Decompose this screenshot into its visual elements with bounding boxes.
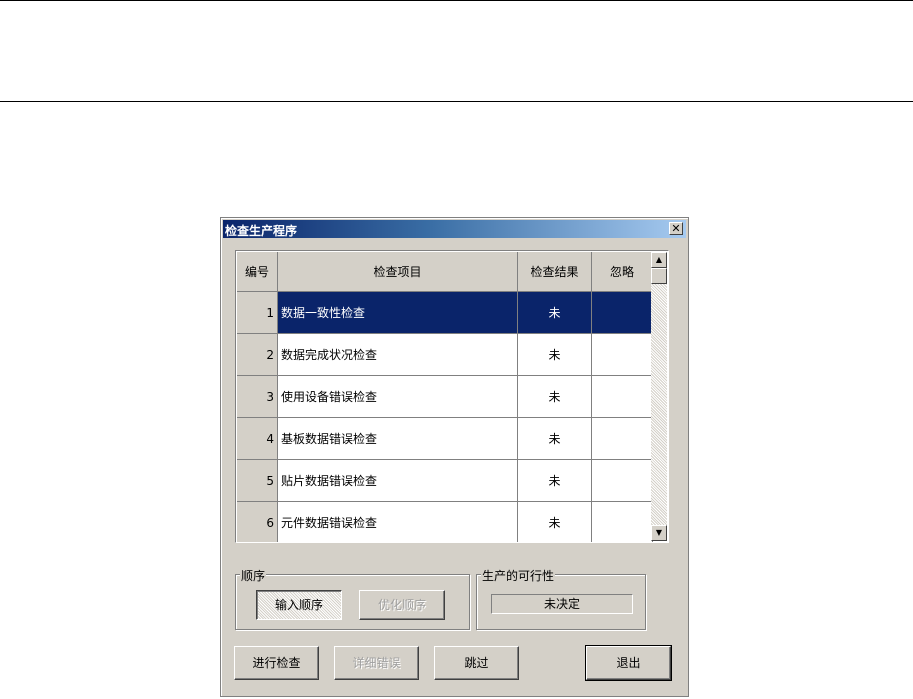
- dialog-title: 检查生产程序: [225, 224, 298, 238]
- check-item-name: 贴片数据错误检查: [278, 460, 518, 502]
- row-number: 5: [237, 460, 278, 502]
- exit-button[interactable]: 退出: [585, 645, 672, 681]
- row-number: 3: [237, 376, 278, 418]
- check-result: 未: [518, 334, 592, 376]
- table-row[interactable]: 2 数据完成状况检查未: [237, 334, 653, 376]
- error-detail-button[interactable]: 详细错误: [334, 646, 419, 680]
- check-result: 未: [518, 292, 592, 334]
- feasibility-status: 未决定: [491, 594, 633, 614]
- check-item-name: 数据一致性检查: [278, 292, 518, 334]
- close-icon: ✕: [671, 222, 681, 235]
- order-group-label: 顺序: [240, 567, 267, 584]
- divider-line: [0, 101, 913, 102]
- arrow-down-icon: ▼: [655, 528, 663, 537]
- header-check-item[interactable]: 检查项目: [278, 252, 518, 292]
- ignore-cell[interactable]: [592, 334, 653, 376]
- order-group: 顺序 输入顺序 优化顺序: [235, 567, 470, 630]
- header-ignore[interactable]: 忽略: [592, 252, 653, 292]
- check-item-name: 元件数据错误检查: [278, 502, 518, 542]
- grid-header-row: 编号 检查项目 检查结果 忽略: [237, 252, 653, 292]
- ignore-cell[interactable]: [592, 460, 653, 502]
- feasibility-group-label: 生产的可行性: [481, 567, 556, 584]
- check-item-name: 数据完成状况检查: [278, 334, 518, 376]
- check-result: 未: [518, 418, 592, 460]
- grid-body: 编号 检查项目 检查结果 忽略 1 数据一致性检查未 2 数据完成状况检查未 3 使用设备…: [237, 252, 653, 542]
- check-item-name: 基板数据错误检查: [278, 418, 518, 460]
- run-check-button[interactable]: 进行检查: [234, 646, 319, 680]
- check-result: 未: [518, 460, 592, 502]
- skip-button[interactable]: 跳过: [434, 646, 519, 680]
- header-number[interactable]: 编号: [237, 252, 278, 292]
- check-result: 未: [518, 502, 592, 542]
- scroll-thumb[interactable]: [651, 268, 667, 284]
- check-item-name: 使用设备错误检查: [278, 376, 518, 418]
- check-result: 未: [518, 376, 592, 418]
- row-number: 2: [237, 334, 278, 376]
- check-items-grid: 编号 检查项目 检查结果 忽略 1 数据一致性检查未 2 数据完成状况检查未 3 使用设备…: [235, 250, 669, 543]
- close-button[interactable]: ✕: [669, 222, 683, 235]
- input-order-button[interactable]: 输入顺序: [256, 590, 342, 620]
- ignore-cell[interactable]: [592, 292, 653, 334]
- header-check-result[interactable]: 检查结果: [518, 252, 592, 292]
- row-number: 1: [237, 292, 278, 334]
- row-number: 4: [237, 418, 278, 460]
- title-bar[interactable]: 检查生产程序 ✕: [223, 220, 686, 238]
- row-number: 6: [237, 502, 278, 542]
- scroll-down-button[interactable]: ▼: [651, 525, 667, 541]
- vertical-scrollbar[interactable]: ▲ ▼: [651, 252, 667, 541]
- table-row[interactable]: 5 贴片数据错误检查未: [237, 460, 653, 502]
- table-row[interactable]: 3 使用设备错误检查未: [237, 376, 653, 418]
- table-row[interactable]: 1 数据一致性检查未: [237, 292, 653, 334]
- production-feasibility-group: 生产的可行性 未决定: [476, 567, 646, 630]
- scroll-up-button[interactable]: ▲: [651, 252, 667, 268]
- arrow-up-icon: ▲: [655, 255, 663, 264]
- table-row[interactable]: 6 元件数据错误检查未: [237, 502, 653, 542]
- optimize-order-button[interactable]: 优化顺序: [359, 590, 445, 620]
- ignore-cell[interactable]: [592, 418, 653, 460]
- top-border-line: [0, 0, 913, 1]
- table-row[interactable]: 4 基板数据错误检查未: [237, 418, 653, 460]
- check-production-program-dialog: 检查生产程序 ✕ 编号 检查项目 检查结果 忽略 1 数据一致性检查未 2 数据完成状…: [220, 217, 689, 697]
- ignore-cell[interactable]: [592, 376, 653, 418]
- ignore-cell[interactable]: [592, 502, 653, 542]
